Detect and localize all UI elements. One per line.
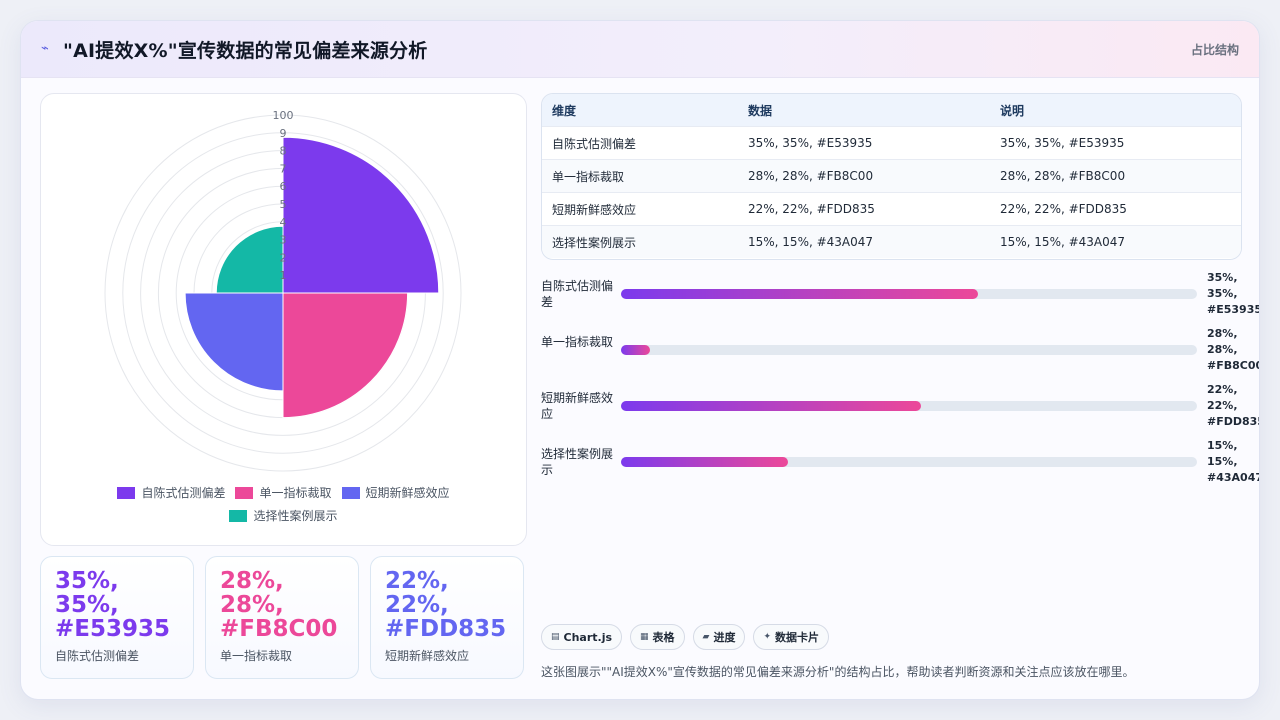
radial-tick-label: 8 (280, 145, 287, 158)
progress-track (621, 401, 1197, 411)
table-cell: 短期新鲜感效应 (542, 192, 738, 226)
chip-sparkle[interactable]: ✦ 数据卡片 (753, 624, 830, 650)
lightning-icon: ⌁ (41, 41, 49, 56)
table-cell: 22%, 22%, #FDD835 (738, 192, 990, 226)
legend-label: 自陈式估测偏差 (141, 486, 226, 500)
kpi-value: 28%, 28%, #FB8C00 (220, 568, 338, 642)
table-cell: 自陈式估测偏差 (542, 126, 738, 160)
chart-type-tag: 占比结构 (1190, 43, 1239, 57)
legend-item[interactable]: 选择性案例展示 (229, 507, 338, 524)
table-header-note: 说明 (990, 94, 1241, 127)
polar-sector[interactable] (282, 136, 440, 294)
progress-label: 自陈式估测偏差 (541, 279, 614, 309)
polar-chart-card: 100 9 8 7 6 5 4 3 2 1 自陈式估测偏差 单一指标裁取 短期新鲜感效应选择性案例展示 (40, 93, 527, 546)
chip-label: 进度 (713, 631, 736, 644)
legend-swatch (235, 486, 254, 499)
page-title: "AI提效X%"宣传数据的常见偏差来源分析 (63, 40, 428, 62)
kpi-card: 35%, 35%, #E53935 自陈式估测偏差 (40, 556, 194, 679)
progress-row: 自陈式估测偏差 35%, 35%, #E53935 (541, 271, 1259, 332)
chip-label: Chart.js (563, 630, 613, 644)
chip-chart[interactable]: ▤ Chart.js (541, 624, 623, 650)
polar-area-chart[interactable]: 100 9 8 7 6 5 4 3 2 1 (41, 94, 526, 479)
radial-tick-label: 1 (280, 269, 287, 282)
chip-label: 数据卡片 (775, 631, 820, 644)
data-table: 维度 数据 说明 自陈式估测偏差 35%, 35%, #E53935 35%, … (541, 93, 1242, 260)
polar-sector[interactable] (184, 292, 284, 392)
progress-value: 28%, 28%, #FB8C00 (1207, 327, 1260, 372)
radial-tick-label: 4 (280, 216, 287, 229)
chart-legend: 自陈式估测偏差 单一指标裁取 短期新鲜感效应选择性案例展示 (101, 484, 466, 524)
progress-track (621, 345, 1197, 355)
radial-tick-label: 5 (280, 198, 287, 211)
table-row: 短期新鲜感效应 22%, 22%, #FDD835 22%, 22%, #FDD… (542, 192, 1241, 226)
legend-label: 短期新鲜感效应 (365, 486, 450, 500)
progress-row: 短期新鲜感效应 22%, 22%, #FDD835 (541, 383, 1259, 444)
header: ⌁ "AI提效X%"宣传数据的常见偏差来源分析 占比结构 (21, 21, 1259, 78)
progress-label: 单一指标裁取 (541, 335, 614, 349)
polar-sector[interactable] (215, 225, 284, 294)
sparkle-icon: ✦ (763, 632, 772, 642)
legend-swatch (117, 486, 136, 499)
table-row: 选择性案例展示 15%, 15%, #43A047 15%, 15%, #43A… (542, 225, 1241, 258)
feature-chips: ▤ Chart.js ▦ 表格 ▰ 进度 ✦ 数据卡片 (541, 624, 830, 650)
progress-icon: ▰ (702, 632, 710, 642)
progress-track (621, 457, 1197, 467)
kpi-card: 22%, 22%, #FDD835 短期新鲜感效应 (370, 556, 524, 679)
radial-tick-label: 7 (280, 162, 287, 175)
table-icon: ▦ (640, 632, 649, 642)
kpi-cards: 35%, 35%, #E53935 自陈式估测偏差 28%, 28%, #FB8C0… (40, 556, 524, 679)
table-cell: 15%, 15%, #43A047 (990, 225, 1241, 258)
progress-fill (621, 457, 789, 467)
chip-progress[interactable]: ▰ 进度 (692, 624, 746, 650)
table-cell: 28%, 28%, #FB8C00 (738, 159, 990, 193)
table-cell: 35%, 35%, #E53935 (738, 126, 990, 160)
progress-fill (621, 289, 979, 299)
polar-sector[interactable] (282, 292, 409, 419)
legend-swatch (229, 509, 248, 522)
progress-value: 22%, 22%, #FDD835 (1207, 383, 1260, 428)
chart-caption: 这张图展示""AI提效X%"宣传数据的常见偏差来源分析"的结构占比，帮助读者判断… (541, 665, 1135, 679)
table-row: 单一指标裁取 28%, 28%, #FB8C00 28%, 28%, #FB8C… (542, 159, 1241, 193)
table-cell: 35%, 35%, #E53935 (990, 126, 1241, 160)
kpi-value: 35%, 35%, #E53935 (55, 568, 170, 642)
table-cell: 22%, 22%, #FDD835 (990, 192, 1241, 226)
progress-row: 单一指标裁取 28%, 28%, #FB8C00 (541, 327, 1259, 388)
chip-table[interactable]: ▦ 表格 (630, 624, 685, 650)
dashboard-frame: ⌁ "AI提效X%"宣传数据的常见偏差来源分析 占比结构 100 9 8 7 6 5 4 3 2… (20, 20, 1260, 700)
progress-label: 选择性案例展示 (541, 447, 614, 477)
table-cell: 选择性案例展示 (542, 225, 738, 258)
kpi-label: 短期新鲜感效应 (385, 649, 470, 663)
kpi-card: 28%, 28%, #FB8C00 单一指标裁取 (205, 556, 359, 679)
chart-icon: ▤ (551, 632, 560, 642)
table-cell: 单一指标裁取 (542, 159, 738, 193)
legend-label: 单一指标裁取 (259, 486, 332, 500)
legend-swatch (341, 486, 360, 499)
radial-tick-label: 9 (280, 127, 287, 140)
legend-label: 选择性案例展示 (253, 509, 338, 523)
progress-value: 15%, 15%, #43A047 (1207, 439, 1260, 484)
progress-row: 选择性案例展示 15%, 15%, #43A047 (541, 439, 1259, 500)
progress-bars: 自陈式估测偏差 35%, 35%, #E53935 单一指标裁取 28%, 28%, … (541, 271, 1259, 500)
table-header-data: 数据 (738, 94, 990, 127)
progress-label: 短期新鲜感效应 (541, 391, 614, 421)
table-header-dimension: 维度 (542, 94, 738, 127)
progress-value: 35%, 35%, #E53935 (1207, 271, 1260, 316)
radial-tick-label: 2 (280, 251, 287, 264)
radial-tick-label: 100 (273, 109, 294, 122)
kpi-label: 自陈式估测偏差 (55, 649, 140, 663)
table-row: 自陈式估测偏差 35%, 35%, #E53935 35%, 35%, #E53… (542, 126, 1241, 160)
legend-item[interactable]: 自陈式估测偏差 (117, 484, 225, 501)
progress-fill (621, 401, 921, 411)
kpi-label: 单一指标裁取 (220, 649, 293, 663)
progress-track (621, 289, 1197, 299)
chip-label: 表格 (652, 631, 675, 644)
progress-fill (621, 345, 650, 355)
table-cell: 15%, 15%, #43A047 (738, 225, 990, 258)
kpi-value: 22%, 22%, #FDD835 (385, 568, 507, 642)
table-cell: 28%, 28%, #FB8C00 (990, 159, 1241, 193)
legend-item[interactable]: 单一指标裁取 (235, 484, 332, 501)
legend-item[interactable]: 短期新鲜感效应 (341, 484, 450, 501)
radial-tick-label: 3 (280, 234, 287, 247)
radial-tick-label: 6 (280, 180, 287, 193)
